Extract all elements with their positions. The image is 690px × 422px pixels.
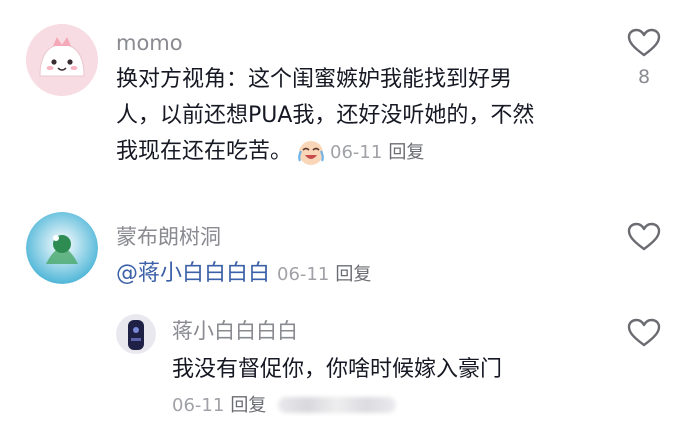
comment-text: @蒋小白白白白 06-11 回复 — [116, 256, 371, 293]
avatar[interactable] — [26, 24, 98, 96]
comment-date: 06-11 — [277, 264, 330, 285]
comment-username[interactable]: 蒋小白白白白 — [172, 318, 298, 344]
comment-username[interactable]: 蒙布朗树洞 — [116, 224, 221, 250]
avatar[interactable] — [116, 314, 156, 354]
comment-text-line: 我现在还在吃苦。 06-11 回复 — [116, 134, 534, 171]
reply-button[interactable]: 回复 — [388, 142, 424, 163]
like-heart-icon[interactable] — [627, 222, 661, 252]
crying-laughing-emoji-icon — [296, 137, 326, 167]
comment-meta: 06-11 回复 — [172, 392, 397, 419]
comment-date: 06-11 — [172, 395, 225, 416]
like-count: 8 — [637, 66, 651, 88]
comment-text-line-end: 我现在还在吃苦。 — [116, 139, 293, 164]
mention-link[interactable]: @蒋小白白白白 — [116, 261, 270, 286]
comment-text: 我没有督促你，你啥时候嫁入豪门 — [172, 357, 503, 382]
like-heart-icon[interactable] — [627, 28, 661, 58]
like-heart-icon[interactable] — [627, 318, 661, 348]
comment-text: 换对方视角：这个闺蜜嫉妒我能找到好男 人，以前还想PUA我，还好没听她的，不然 … — [116, 62, 534, 171]
comment-text-line: 人，以前还想PUA我，还好没听她的，不然 — [116, 103, 535, 128]
comment-text-line: 换对方视角：这个闺蜜嫉妒我能找到好男 — [116, 67, 513, 92]
comment-username[interactable]: momo — [116, 30, 183, 56]
reply-button[interactable]: 回复 — [230, 395, 266, 416]
avatar[interactable] — [26, 212, 98, 284]
reply-button[interactable]: 回复 — [335, 264, 371, 285]
blurred-content — [278, 397, 397, 413]
comment-date: 06-11 — [330, 142, 383, 163]
